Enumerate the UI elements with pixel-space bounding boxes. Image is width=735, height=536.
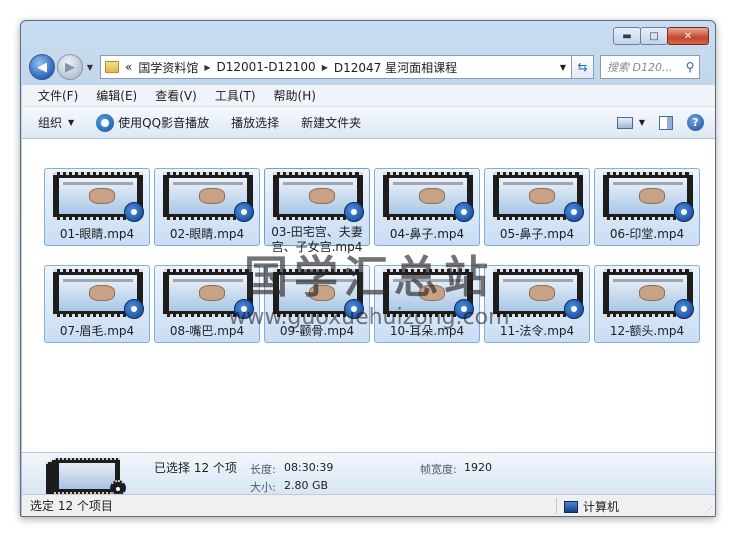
- selection-count: 已选择 12 个项: [154, 461, 237, 475]
- file-tile[interactable]: 11-法令.mp4: [484, 265, 590, 343]
- video-file-icon: [564, 299, 584, 319]
- maximize-button[interactable]: □: [640, 27, 668, 45]
- file-name: 01-眼睛.mp4: [59, 227, 135, 241]
- status-selection-text: 选定 12 个项目: [30, 499, 113, 513]
- breadcrumb-item-current[interactable]: D12047 星河面相课程: [334, 59, 457, 76]
- new-folder-label: 新建文件夹: [301, 116, 362, 130]
- help-icon[interactable]: ?: [687, 114, 704, 131]
- file-name: 12-额头.mp4: [609, 324, 685, 338]
- menu-tools[interactable]: 工具(T): [215, 87, 256, 104]
- length-value: 08:30:39: [284, 461, 334, 474]
- video-file-icon: [344, 299, 364, 319]
- file-name: 10-耳朵.mp4: [389, 324, 465, 338]
- video-file-icon: [454, 299, 474, 319]
- file-name: 09-颧骨.mp4: [279, 324, 355, 338]
- chevron-down-icon: ▼: [638, 118, 645, 127]
- menu-file[interactable]: 文件(F): [38, 87, 78, 104]
- address-dropdown-icon[interactable]: ▼: [555, 63, 571, 72]
- details-pane: 已选择 12 个项 长度: 08:30:39 大小: 2.80 GB 帧宽度: …: [22, 452, 715, 498]
- navigation-bar: ◀ ▶ ▼ « 国学资料馆 ▶ D12001-D12100 ▶ D12047 星…: [29, 53, 711, 81]
- video-file-icon: [674, 299, 694, 319]
- address-bar[interactable]: « 国学资料馆 ▶ D12001-D12100 ▶ D12047 星河面相课程 …: [100, 55, 572, 79]
- minimize-button[interactable]: ▬: [613, 27, 641, 45]
- command-bar: 组织 ▼ 使用QQ影音播放 播放选择 新建文件夹 ▼ ?: [22, 107, 715, 139]
- file-tile[interactable]: 02-眼睛.mp4: [154, 168, 260, 246]
- refresh-button[interactable]: ⇆: [572, 55, 594, 79]
- organize-button[interactable]: 组织 ▼: [38, 114, 74, 131]
- toolbar-right-group: ▼ ?: [616, 114, 715, 131]
- video-file-icon: [344, 202, 364, 222]
- explorer-window: ▬ □ ✕ ◀ ▶ ▼ « 国学资料馆 ▶ D12001-D12100 ▶ D1…: [20, 20, 716, 517]
- breadcrumb-item-range[interactable]: D12001-D12100: [217, 60, 316, 74]
- status-divider: [556, 498, 557, 514]
- back-button[interactable]: ◀: [29, 54, 55, 80]
- video-file-icon: [674, 202, 694, 222]
- chevron-down-icon: ▼: [68, 118, 75, 127]
- view-icon: [616, 116, 633, 129]
- file-tile[interactable]: 06-印堂.mp4: [594, 168, 700, 246]
- forward-button[interactable]: ▶: [57, 54, 83, 80]
- size-value: 2.80 GB: [284, 479, 329, 492]
- frame-width-label: 帧宽度:: [420, 463, 457, 476]
- file-tile[interactable]: 09-颧骨.mp4: [264, 265, 370, 343]
- video-file-icon: [124, 299, 144, 319]
- breadcrumb-overflow[interactable]: «: [125, 60, 132, 74]
- file-name: 03-田宅宫、夫妻宫、子女宫.mp4: [271, 225, 363, 254]
- file-tile[interactable]: 07-眉毛.mp4: [44, 265, 150, 343]
- size-label: 大小:: [250, 481, 276, 494]
- file-name: 11-法令.mp4: [499, 324, 575, 338]
- computer-icon: [564, 500, 578, 513]
- search-input[interactable]: 搜索 D120...: [607, 59, 681, 75]
- play-selection-label: 播放选择: [231, 116, 280, 130]
- file-tile[interactable]: 03-田宅宫、夫妻宫、子女宫.mp4: [264, 168, 370, 254]
- file-name: 02-眼睛.mp4: [169, 227, 245, 241]
- search-icon[interactable]: ⚲: [681, 60, 699, 74]
- file-tile[interactable]: 05-鼻子.mp4: [484, 168, 590, 246]
- search-box[interactable]: 搜索 D120... ⚲: [600, 55, 700, 79]
- resize-grip-icon[interactable]: ⋰: [705, 505, 713, 514]
- preview-pane-icon[interactable]: [659, 115, 673, 130]
- file-tile[interactable]: 12-额头.mp4: [594, 265, 700, 343]
- file-name: 04-鼻子.mp4: [389, 227, 465, 241]
- file-name: 05-鼻子.mp4: [499, 227, 575, 241]
- menu-bar: 文件(F) 编辑(E) 查看(V) 工具(T) 帮助(H): [22, 85, 715, 107]
- file-name: 06-印堂.mp4: [609, 227, 685, 241]
- caption-buttons: ▬ □ ✕: [613, 27, 709, 45]
- status-location-label: 计算机: [583, 500, 620, 514]
- recent-pages-dropdown[interactable]: ▼: [84, 63, 96, 72]
- menu-help[interactable]: 帮助(H): [274, 87, 316, 104]
- video-file-icon: [564, 202, 584, 222]
- breadcrumb-separator-icon[interactable]: ▶: [204, 63, 210, 72]
- file-name: 07-眉毛.mp4: [59, 324, 135, 338]
- menu-edit[interactable]: 编辑(E): [96, 87, 137, 104]
- file-list[interactable]: 01-眼睛.mp4 02-眼睛.mp4 03-田宅宫、夫妻宫、子女宫.mp4 0…: [22, 139, 715, 452]
- video-file-icon: [454, 202, 474, 222]
- file-tile[interactable]: 04-鼻子.mp4: [374, 168, 480, 246]
- organize-label: 组织: [38, 116, 63, 130]
- status-bar: 选定 12 个项目 计算机 ⋰: [22, 494, 715, 516]
- frame-width-value: 1920: [464, 461, 492, 474]
- file-tile[interactable]: 01-眼睛.mp4: [44, 168, 150, 246]
- menu-view[interactable]: 查看(V): [155, 87, 197, 104]
- play-with-qq-button[interactable]: 使用QQ影音播放: [96, 113, 210, 132]
- video-file-icon: [234, 202, 254, 222]
- file-tile[interactable]: 08-嘴巴.mp4: [154, 265, 260, 343]
- status-location: 计算机: [564, 498, 619, 515]
- new-folder-button[interactable]: 新建文件夹: [301, 114, 361, 131]
- change-view-button[interactable]: ▼: [616, 116, 645, 129]
- breadcrumb-separator-icon[interactable]: ▶: [322, 63, 328, 72]
- play-with-qq-label: 使用QQ影音播放: [118, 116, 210, 130]
- play-selection-button[interactable]: 播放选择: [231, 114, 279, 131]
- breadcrumb-item-root[interactable]: 国学资料馆: [138, 59, 198, 76]
- file-name: 08-嘴巴.mp4: [169, 324, 245, 338]
- close-button[interactable]: ✕: [667, 27, 709, 45]
- qq-player-icon: [96, 113, 115, 132]
- file-tile[interactable]: 10-耳朵.mp4: [374, 265, 480, 343]
- video-file-icon: [234, 299, 254, 319]
- length-label: 长度:: [250, 463, 276, 476]
- selection-thumbnail-stack: [46, 458, 126, 498]
- folder-icon: [105, 61, 119, 73]
- video-file-icon: [124, 202, 144, 222]
